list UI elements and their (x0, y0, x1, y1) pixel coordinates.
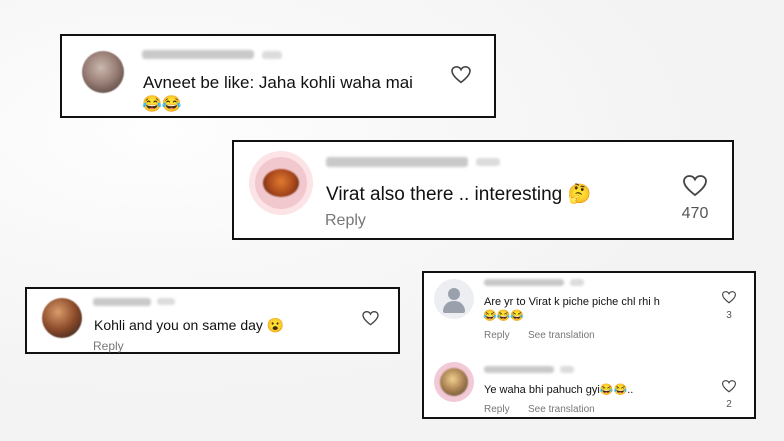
comment-emojis: 😂😂 (142, 96, 182, 113)
like-count: 470 (681, 205, 709, 222)
heart-icon[interactable] (722, 380, 736, 393)
blurred-username (484, 279, 564, 286)
reply-button[interactable]: Reply (484, 330, 510, 341)
reply-button[interactable]: Reply (325, 212, 366, 230)
comment-text: Are yr to Virat k piche piche chl rhi h (484, 296, 660, 308)
blurred-username (142, 50, 254, 59)
blurred-username (326, 157, 468, 167)
see-translation-link[interactable]: See translation (528, 404, 595, 415)
heart-icon[interactable] (683, 175, 707, 197)
comment-text: Ye waha bhi pahuch gyi😂😂.. (484, 384, 634, 396)
blurred-timestamp (560, 366, 574, 373)
like-count: 3 (726, 310, 732, 321)
blurred-timestamp (570, 279, 584, 286)
comment-text: Kohli and you on same day 😮 (94, 317, 285, 333)
heart-icon[interactable] (722, 291, 736, 304)
comment-card-3: Kohli and you on same day 😮 Reply (25, 287, 400, 354)
avatar (42, 298, 82, 338)
comment-text: Avneet be like: Jaha kohli waha mai (143, 73, 413, 92)
heart-icon[interactable] (362, 311, 379, 326)
avatar (249, 151, 313, 215)
avatar (82, 51, 124, 93)
see-translation-link[interactable]: See translation (528, 330, 595, 341)
comment-card-4: Are yr to Virat k piche piche chl rhi h … (422, 271, 756, 419)
blurred-username (93, 298, 151, 306)
blurred-timestamp (476, 158, 500, 166)
avatar (434, 279, 474, 319)
like-count: 2 (726, 399, 732, 410)
comment-text: Virat also there .. interesting 🤔 (326, 184, 592, 205)
comment-card-1: Avneet be like: Jaha kohli waha mai 😂😂 (60, 34, 496, 118)
reply-button[interactable]: Reply (93, 339, 124, 353)
avatar (434, 362, 474, 402)
blurred-timestamp (262, 51, 282, 59)
blurred-timestamp (157, 298, 175, 305)
heart-icon[interactable] (451, 66, 471, 84)
blurred-username (484, 366, 554, 373)
comment-card-2: Virat also there .. interesting 🤔 Reply … (232, 140, 734, 240)
comment-emojis: 😂😂😂 (483, 310, 525, 322)
reply-button[interactable]: Reply (484, 404, 510, 415)
